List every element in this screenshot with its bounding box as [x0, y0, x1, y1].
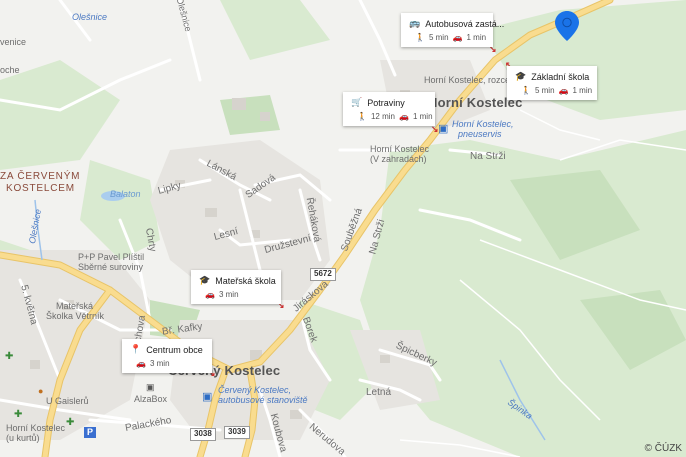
road-number-shield: 5672: [310, 268, 336, 281]
poi-card-title: Potraviny: [367, 97, 405, 108]
poi-label: autobusové stanoviště: [218, 395, 308, 405]
poi-card-bus-stop[interactable]: 🚌 Autobusová zastá... 🚶 5 min 🚗 1 min: [401, 13, 504, 47]
car-icon: 🚗: [452, 33, 463, 42]
poi-label: Červený Kostelec,: [218, 385, 292, 395]
poi-label: venice: [0, 37, 27, 47]
location-pin-icon[interactable]: [555, 11, 579, 41]
bus-stop-icon[interactable]: ▣: [202, 392, 212, 403]
poi-card-town-center[interactable]: 📍 Centrum obce 🚗 3 min: [122, 339, 212, 373]
walk-icon: 🚶: [415, 33, 425, 42]
drive-time: 3 min: [218, 290, 239, 299]
sports-icon[interactable]: ✚: [66, 418, 74, 428]
location-pin-icon: 📍: [130, 344, 142, 354]
poi-label: Horní Kostelec,: [452, 119, 514, 129]
poi-card-title: Mateřská škola: [215, 275, 276, 286]
shop-icon[interactable]: ▣: [146, 383, 155, 392]
drive-time: 3 min: [149, 359, 170, 368]
poi-label: Horní Kostelec, rozcestí: [424, 75, 520, 85]
poi-label: (V zahradách): [370, 154, 427, 164]
street-label: Na Strži: [470, 151, 506, 162]
poi-card-title: Autobusová zastá...: [425, 18, 505, 29]
poi-label: P+P Pavel Plíštil: [78, 252, 145, 262]
walk-icon: 🚶: [521, 86, 531, 95]
poi-label: Horní Kostelec: [6, 423, 66, 433]
poi-card-grocery[interactable]: 🛒 Potraviny 🚶 12 min 🚗 1 min: [343, 92, 435, 126]
poi-label: Školka Větrník: [46, 311, 105, 321]
walk-icon: 🚶: [357, 112, 367, 121]
district-label-line2: KOSTELCEM: [6, 183, 75, 194]
parking-icon[interactable]: P: [84, 427, 97, 438]
drive-time: 1 min: [466, 33, 487, 42]
map-view[interactable]: Horní Kostelec Červený Kostelec ZA ČERVE…: [0, 0, 686, 457]
car-icon: 🚗: [136, 359, 146, 368]
water-label-balaton: Balaton: [110, 189, 141, 199]
drive-time: 1 min: [412, 112, 433, 121]
road-number-shield: 3039: [224, 426, 250, 439]
walk-time: 5 min: [534, 86, 555, 95]
poi-label: U Gaislerů: [46, 396, 89, 406]
car-icon: 🚗: [558, 86, 569, 95]
poi-card-title: Základní škola: [531, 71, 590, 82]
bus-stop-icon[interactable]: ▣: [438, 124, 448, 135]
copyright-text: © ČÚZK: [644, 443, 682, 454]
cart-icon: 🛒: [351, 97, 363, 107]
poi-label: (u kurtů): [6, 433, 40, 443]
drive-time: 1 min: [572, 86, 593, 95]
restaurant-icon[interactable]: ●: [38, 387, 43, 396]
poi-label: pneuservis: [458, 129, 502, 139]
car-icon: 🚗: [205, 290, 215, 299]
poi-card-kindergarten[interactable]: 🎓 Mateřská škola 🚗 3 min: [191, 270, 281, 304]
sports-icon[interactable]: ✚: [14, 410, 22, 420]
poi-label: Sběrné suroviny: [78, 262, 144, 272]
road-number-shield: 3038: [190, 428, 216, 441]
poi-label: Horní Kostelec: [370, 144, 430, 154]
school-icon: 🎓: [199, 275, 211, 285]
olesnice-label: Olešnice: [72, 12, 108, 22]
poi-label: AlzaBox: [134, 394, 168, 404]
school-icon: 🎓: [515, 71, 527, 81]
poi-card-elementary-school[interactable]: 🎓 Základní škola 🚶 5 min 🚗 1 min: [507, 66, 597, 100]
walk-time: 5 min: [428, 33, 449, 42]
poi-card-title: Centrum obce: [146, 344, 203, 355]
bus-icon: 🚌: [409, 18, 421, 28]
sports-icon[interactable]: ✚: [5, 352, 13, 362]
poi-label: Mateřská: [56, 301, 94, 311]
car-icon: 🚗: [398, 112, 409, 121]
district-label-line1: ZA ČERVENÝM: [0, 171, 81, 182]
street-label: Letná: [366, 387, 392, 398]
poi-label: oche: [0, 65, 20, 75]
walk-time: 12 min: [370, 112, 395, 121]
